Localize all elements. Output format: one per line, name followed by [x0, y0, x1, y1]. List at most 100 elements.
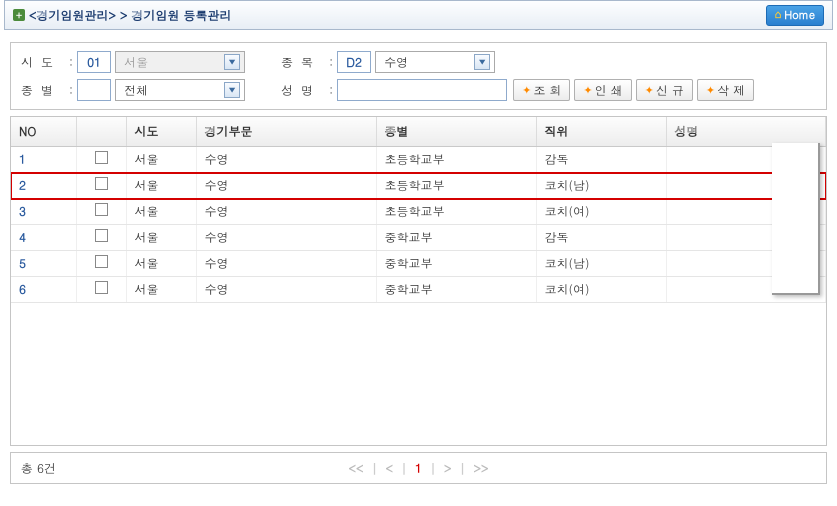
- print-button[interactable]: ✦인 쇄: [574, 79, 631, 101]
- cell-category: 초등학교부: [376, 147, 536, 173]
- home-button[interactable]: ⌂ Home: [766, 5, 824, 26]
- cell-sport: 수영: [196, 147, 376, 173]
- col-no[interactable]: NO: [11, 117, 76, 147]
- cell-no: 4: [11, 225, 76, 251]
- filter-row-1: 시 도 : 01 서울 ▼ 종 목 : D2 수영 ▼: [21, 51, 816, 73]
- row-checkbox[interactable]: [95, 177, 108, 190]
- jongbyeol-combo[interactable]: 전체 ▼: [115, 79, 245, 101]
- col-category[interactable]: 종별: [376, 117, 536, 147]
- table-row[interactable]: 5 서울수영중학교부코치(남): [11, 251, 826, 277]
- cell-chk: [76, 277, 126, 303]
- sido-label: 시 도: [21, 54, 69, 71]
- table-container: NO 시도 경기부문 종별 직위 성명 1서울수영초등학교부감독2서울수영초등학…: [10, 116, 827, 446]
- jongbyeol-code[interactable]: [77, 79, 111, 101]
- bullet-icon: ✦: [522, 83, 531, 98]
- pager-prev[interactable]: <: [386, 460, 394, 477]
- cell-sido: 서울: [126, 173, 196, 199]
- row-checkbox[interactable]: [95, 203, 108, 216]
- jongbyeol-label: 종 별: [21, 82, 69, 99]
- cell-sport: 수영: [196, 225, 376, 251]
- table-row[interactable]: 2 서울수영초등학교부코치(남): [11, 173, 826, 199]
- plus-icon: +: [13, 9, 25, 21]
- cell-sport: 수영: [196, 251, 376, 277]
- delete-button[interactable]: ✦삭 제: [697, 79, 754, 101]
- pager-current[interactable]: 1: [415, 460, 422, 477]
- cell-chk: [76, 199, 126, 225]
- sido-combo[interactable]: 서울 ▼: [115, 51, 245, 73]
- chevron-down-icon: ▼: [474, 54, 490, 70]
- name-mask-overlay: [772, 143, 820, 295]
- row-checkbox[interactable]: [95, 255, 108, 268]
- cell-position: 감독: [536, 147, 666, 173]
- cell-category: 중학교부: [376, 251, 536, 277]
- sido-code[interactable]: 01: [77, 51, 111, 73]
- cell-category: 중학교부: [376, 225, 536, 251]
- cell-position: 코치(남): [536, 173, 666, 199]
- header-bar: + <경기임원관리> > 경기임원 등록관리 ⌂ Home: [4, 0, 833, 30]
- bullet-icon: ✦: [583, 83, 592, 98]
- footer-bar: 총 6건 << | < | 1 | > | >>: [10, 452, 827, 484]
- filter-panel: 시 도 : 01 서울 ▼ 종 목 : D2 수영 ▼ 종 별 : 전체 ▼ 성…: [10, 42, 827, 110]
- table-header-row: NO 시도 경기부문 종별 직위 성명: [11, 117, 826, 147]
- cell-sport: 수영: [196, 199, 376, 225]
- action-buttons: ✦조 회 ✦인 쇄 ✦신 규 ✦삭 제: [513, 79, 754, 101]
- cell-category: 초등학교부: [376, 199, 536, 225]
- jongmok-combo-label: 수영: [384, 54, 468, 71]
- row-checkbox[interactable]: [95, 229, 108, 242]
- jongmok-combo[interactable]: 수영 ▼: [375, 51, 495, 73]
- table-row[interactable]: 1 서울수영초등학교부감독: [11, 147, 826, 173]
- breadcrumb: <경기임원관리> > 경기임원 등록관리: [29, 7, 232, 24]
- search-button[interactable]: ✦조 회: [513, 79, 570, 101]
- col-sido[interactable]: 시도: [126, 117, 196, 147]
- name-input[interactable]: [337, 79, 507, 101]
- seongmyeong-label: 성 명: [281, 82, 329, 99]
- col-chk[interactable]: [76, 117, 126, 147]
- cell-chk: [76, 225, 126, 251]
- cell-chk: [76, 173, 126, 199]
- cell-no: 2: [11, 173, 76, 199]
- data-grid: NO 시도 경기부문 종별 직위 성명 1서울수영초등학교부감독2서울수영초등학…: [11, 117, 826, 303]
- cell-chk: [76, 251, 126, 277]
- pager-first[interactable]: <<: [349, 460, 364, 477]
- cell-position: 코치(여): [536, 277, 666, 303]
- col-sport[interactable]: 경기부문: [196, 117, 376, 147]
- cell-sido: 서울: [126, 147, 196, 173]
- cell-no: 5: [11, 251, 76, 277]
- chevron-down-icon: ▼: [224, 82, 240, 98]
- pager: << | < | 1 | > | >>: [349, 460, 489, 477]
- cell-sido: 서울: [126, 199, 196, 225]
- home-icon: ⌂: [775, 8, 782, 23]
- row-checkbox[interactable]: [95, 281, 108, 294]
- row-checkbox[interactable]: [95, 151, 108, 164]
- new-button[interactable]: ✦신 규: [636, 79, 693, 101]
- total-count: 총 6건: [21, 460, 56, 477]
- cell-sido: 서울: [126, 277, 196, 303]
- table-row[interactable]: 4 서울수영중학교부감독: [11, 225, 826, 251]
- home-label: Home: [784, 8, 815, 23]
- bullet-icon: ✦: [645, 83, 654, 98]
- cell-sido: 서울: [126, 251, 196, 277]
- cell-chk: [76, 147, 126, 173]
- pager-last[interactable]: >>: [474, 460, 489, 477]
- cell-sido: 서울: [126, 225, 196, 251]
- table-row[interactable]: 6 서울수영중학교부코치(여): [11, 277, 826, 303]
- cell-position: 감독: [536, 225, 666, 251]
- bullet-icon: ✦: [706, 83, 715, 98]
- jongbyeol-combo-label: 전체: [124, 82, 218, 99]
- pager-next[interactable]: >: [444, 460, 452, 477]
- cell-sport: 수영: [196, 173, 376, 199]
- col-position[interactable]: 직위: [536, 117, 666, 147]
- filter-row-2: 종 별 : 전체 ▼ 성 명 : ✦조 회 ✦인 쇄 ✦신 규 ✦삭 제: [21, 79, 816, 101]
- cell-no: 1: [11, 147, 76, 173]
- cell-category: 중학교부: [376, 277, 536, 303]
- table-row[interactable]: 3서울수영초등학교부코치(여): [11, 199, 826, 225]
- cell-no: 6: [11, 277, 76, 303]
- cell-sport: 수영: [196, 277, 376, 303]
- jongmok-code[interactable]: D2: [337, 51, 371, 73]
- page-title: + <경기임원관리> > 경기임원 등록관리: [13, 7, 232, 24]
- cell-no: 3: [11, 199, 76, 225]
- cell-category: 초등학교부: [376, 173, 536, 199]
- chevron-down-icon: ▼: [224, 54, 240, 70]
- cell-position: 코치(남): [536, 251, 666, 277]
- jongmok-label: 종 목: [281, 54, 329, 71]
